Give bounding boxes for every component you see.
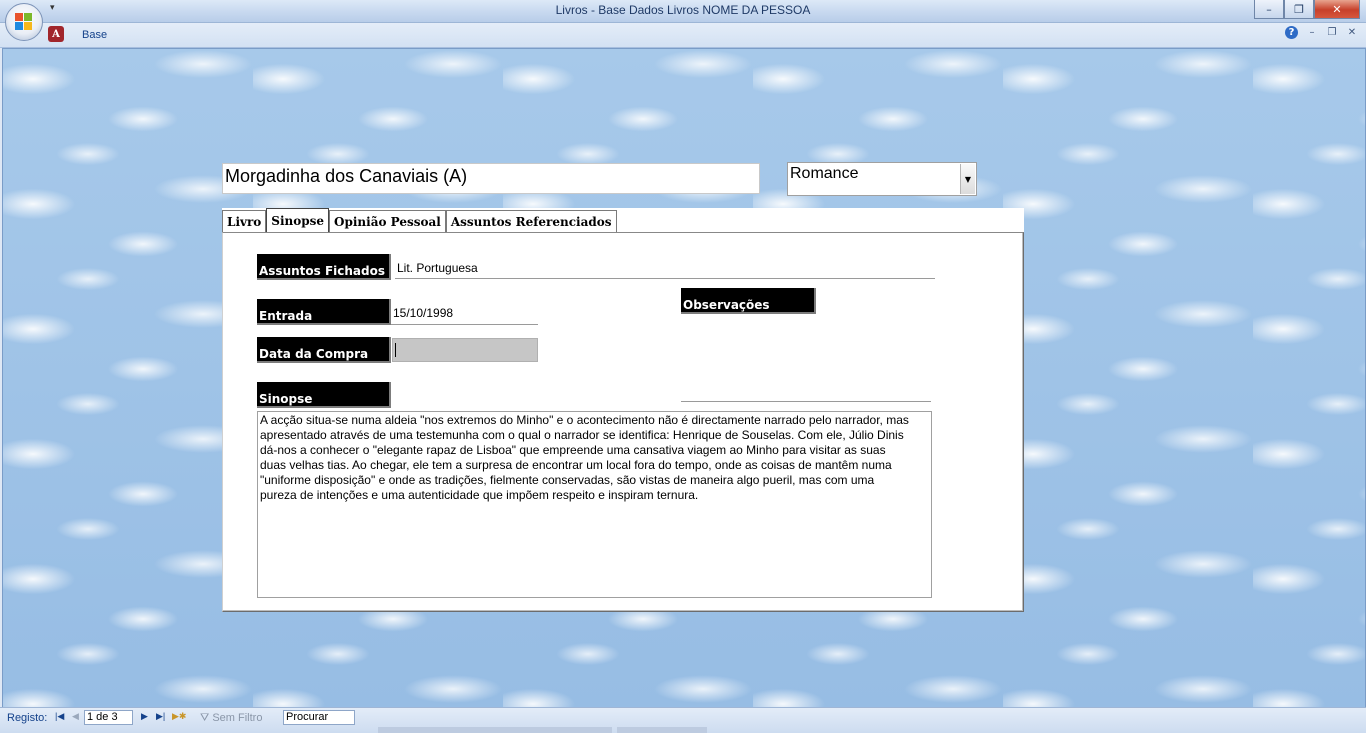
tab-page-sinopse: Assuntos Fichados Lit. Portuguesa Entrad… <box>222 232 1024 612</box>
data-da-compra-label: Data da Compra <box>257 337 391 363</box>
search-input[interactable]: Procurar <box>283 710 355 725</box>
window-title: Livros - Base Dados Livros NOME DA PESSO… <box>555 3 811 17</box>
access-icon: A <box>48 26 64 42</box>
restore-window-button[interactable]: ❐ <box>1284 0 1314 19</box>
record-label: Registo: <box>7 712 48 724</box>
tab-assuntos-referenciados[interactable]: Assuntos Referenciados <box>445 210 617 233</box>
sinopse-label: Sinopse <box>257 382 391 408</box>
close-window-button[interactable]: ✕ <box>1314 0 1360 19</box>
previous-record-button[interactable]: ◀ <box>72 711 79 722</box>
observacoes-label: Observações <box>681 288 816 314</box>
tab-control: Livro Sinopse Opinião Pessoal Assuntos R… <box>222 208 1024 612</box>
document-close-button[interactable]: ✕ <box>1346 27 1358 38</box>
record-position-input[interactable]: 1 de 3 <box>84 710 133 725</box>
ribbon-tab-base[interactable]: Base <box>82 29 107 41</box>
minimize-window-button[interactable]: – <box>1254 0 1284 19</box>
help-icon[interactable]: ? <box>1285 26 1298 39</box>
office-logo-icon <box>15 13 33 31</box>
funnel-icon: ⛛ <box>200 712 210 724</box>
sinopse-text: A acção situa-se numa aldeia "nos extrem… <box>260 413 909 502</box>
ribbon-controls: ? – ❐ ✕ <box>1285 26 1358 39</box>
record-navigation-bar: Registo: |◀ ◀ 1 de 3 ▶ ▶| ▶✱ ⛛ Sem Filtr… <box>0 707 1366 733</box>
observacoes-field[interactable] <box>681 315 931 402</box>
assuntos-fichados-label: Assuntos Fichados <box>257 254 391 280</box>
status-section <box>617 727 707 733</box>
form-canvas: Morgadinha dos Canaviais (A) Romance ▼ L… <box>2 48 1366 708</box>
ribbon-bar: A Base ? – ❐ ✕ <box>0 23 1366 48</box>
tab-livro[interactable]: Livro <box>222 210 267 233</box>
sinopse-textarea[interactable]: A acção situa-se numa aldeia "nos extrem… <box>257 411 932 598</box>
window-title-bar: ▾ Livros - Base Dados Livros NOME DA PES… <box>0 0 1366 41</box>
window-controls: – ❐ ✕ <box>1254 0 1360 19</box>
new-record-button[interactable]: ▶✱ <box>172 711 186 722</box>
document-minimize-button[interactable]: – <box>1306 27 1318 38</box>
tab-opiniao-pessoal[interactable]: Opinião Pessoal <box>329 210 446 233</box>
last-record-button[interactable]: ▶| <box>156 711 165 722</box>
genre-combobox[interactable]: Romance ▼ <box>787 162 977 196</box>
first-record-button[interactable]: |◀ <box>55 711 64 722</box>
genre-value: Romance <box>790 165 859 182</box>
tab-strip: Livro Sinopse Opinião Pessoal Assuntos R… <box>222 208 617 233</box>
document-restore-button[interactable]: ❐ <box>1326 27 1338 38</box>
next-record-button[interactable]: ▶ <box>141 711 148 722</box>
entrada-label: Entrada <box>257 299 391 325</box>
chevron-down-icon[interactable]: ▼ <box>960 164 975 194</box>
filter-label: Sem Filtro <box>212 712 263 724</box>
office-button[interactable] <box>5 3 43 41</box>
filter-indicator[interactable]: ⛛ Sem Filtro <box>200 712 262 725</box>
assuntos-fichados-field[interactable]: Lit. Portuguesa <box>395 261 935 279</box>
data-da-compra-field[interactable] <box>392 338 538 362</box>
status-section <box>378 727 612 733</box>
text-caret <box>395 343 396 357</box>
book-title-field[interactable]: Morgadinha dos Canaviais (A) <box>222 163 760 194</box>
entrada-field[interactable]: 15/10/1998 <box>391 306 538 325</box>
tab-sinopse[interactable]: Sinopse <box>266 208 330 233</box>
